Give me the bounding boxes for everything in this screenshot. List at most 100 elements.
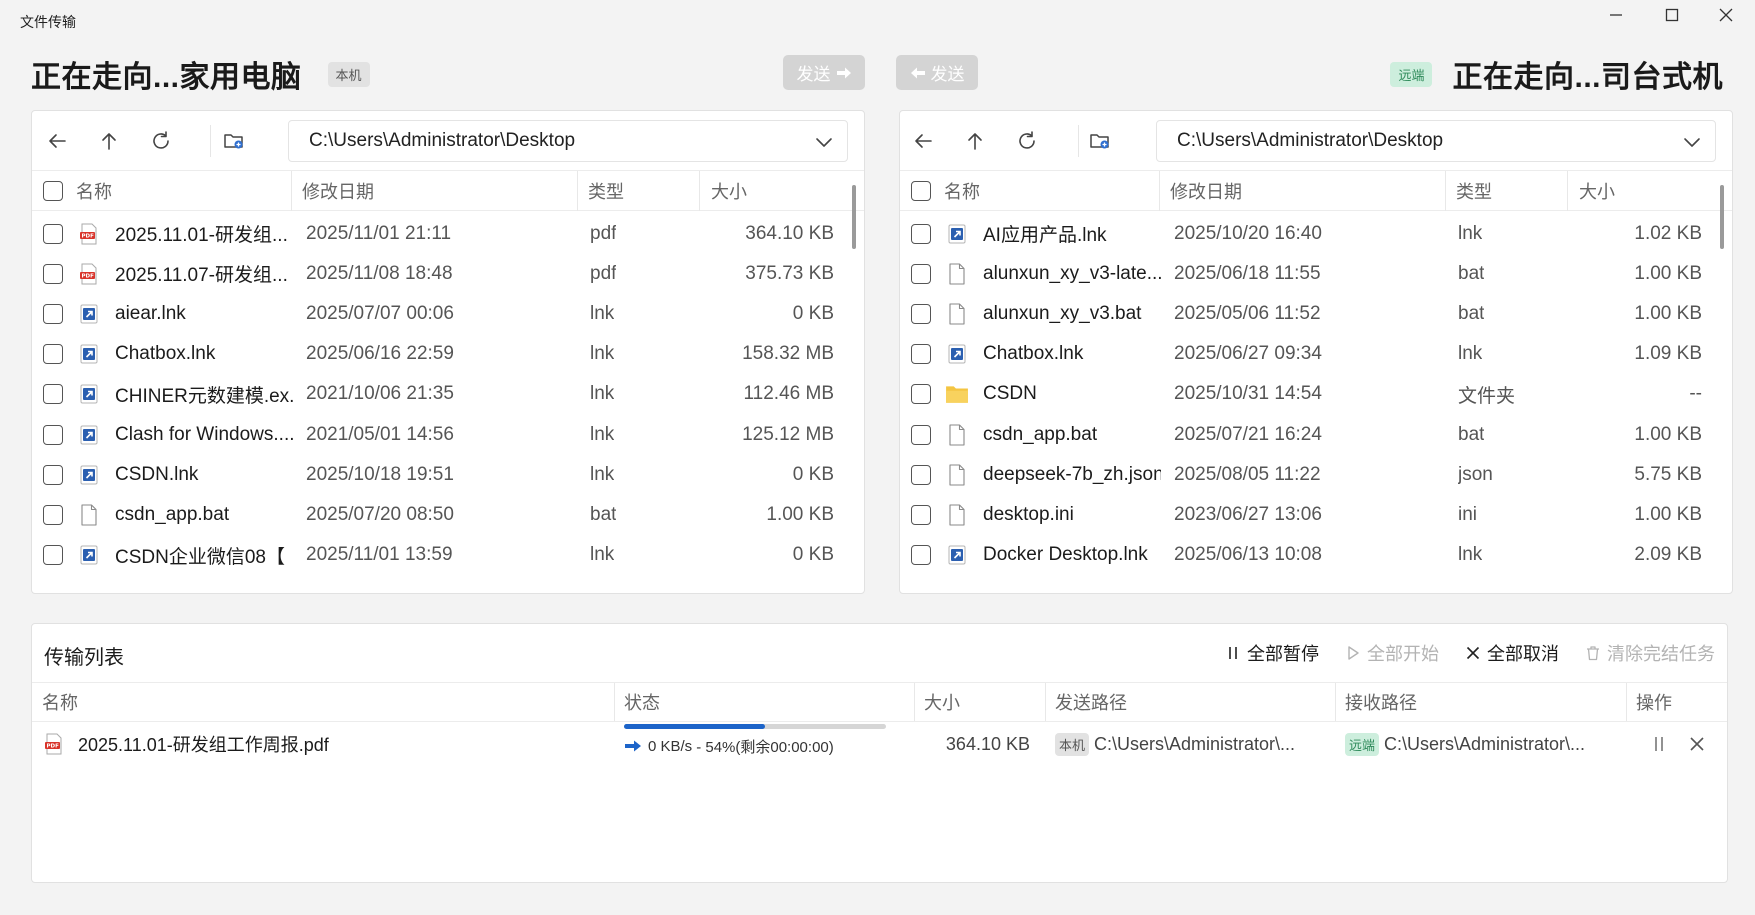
select-all-checkbox[interactable] [911, 171, 931, 211]
clear-done-button[interactable]: 清除完结任务 [1585, 640, 1715, 666]
row-checkbox[interactable] [43, 412, 63, 457]
file-row[interactable]: PDF 2025.11.07-研发组... 2025/11/08 18:48 pdf 3… [32, 251, 864, 296]
new-folder-button[interactable] [1088, 129, 1112, 153]
remote-path-select[interactable]: C:\Users\Administrator\Desktop [1156, 120, 1716, 162]
file-row[interactable]: deepseek-7b_zh.json 2025/08/05 11:22 json 5… [900, 452, 1732, 497]
col-type[interactable]: 类型 [588, 171, 624, 211]
select-all-checkbox[interactable] [43, 171, 63, 211]
file-row[interactable]: CSDN.lnk 2025/10/18 19:51 lnk 0 KB [32, 452, 864, 497]
row-checkbox[interactable] [43, 332, 63, 377]
col-divider[interactable] [1445, 171, 1446, 211]
file-row[interactable]: aiear.lnk 2025/07/07 00:06 lnk 0 KB [32, 291, 864, 336]
row-checkbox[interactable] [43, 452, 63, 497]
local-path-select[interactable]: C:\Users\Administrator\Desktop [288, 120, 848, 162]
col-name[interactable]: 名称 [76, 171, 112, 211]
col-divider[interactable] [577, 171, 578, 211]
col-divider[interactable] [291, 171, 292, 211]
file-type: 文件夹 [1458, 385, 1516, 407]
col-type[interactable]: 类型 [1456, 171, 1492, 211]
file-size: 0 KB [792, 544, 834, 566]
col-divider[interactable] [1159, 171, 1160, 211]
file-size: 1.00 KB [1634, 503, 1702, 525]
task-pause-button[interactable] [1651, 722, 1667, 766]
close-window-button[interactable] [1697, 0, 1755, 30]
row-checkbox[interactable] [911, 452, 931, 497]
file-row[interactable]: CHINER元数建模.ex... 2021/10/06 21:35 lnk 112.4… [32, 372, 864, 417]
col-divider[interactable] [914, 683, 915, 721]
file-name: 2025.11.07-研发组... [115, 265, 288, 287]
maximize-button[interactable] [1643, 0, 1701, 30]
task-cancel-button[interactable] [1688, 722, 1706, 766]
cancel-all-button[interactable]: 全部取消 [1465, 640, 1559, 666]
col-divider[interactable] [614, 683, 615, 721]
clear-done-label: 清除完结任务 [1607, 644, 1715, 664]
remote-scrollbar[interactable] [1720, 185, 1724, 249]
col-size[interactable]: 大小 [1579, 171, 1615, 211]
refresh-button[interactable] [149, 129, 173, 153]
row-checkbox[interactable] [43, 251, 63, 296]
tcol-name[interactable]: 名称 [42, 683, 78, 721]
tcol-size[interactable]: 大小 [924, 683, 960, 721]
row-checkbox[interactable] [911, 412, 931, 457]
col-size[interactable]: 大小 [711, 171, 747, 211]
back-button[interactable] [911, 129, 935, 153]
row-checkbox[interactable] [911, 492, 931, 537]
row-file-icon [945, 332, 969, 377]
send-to-remote-button[interactable]: 发送 [783, 55, 865, 90]
row-checkbox[interactable] [911, 372, 931, 417]
file-row[interactable]: csdn_app.bat 2025/07/20 08:50 bat 1.00 KB [32, 492, 864, 537]
col-divider[interactable] [1567, 171, 1568, 211]
col-divider[interactable] [1335, 683, 1336, 721]
file-row[interactable]: AI应用产品.lnk 2025/10/20 16:40 lnk 1.02 KB [900, 211, 1732, 256]
row-checkbox[interactable] [43, 533, 63, 578]
close-icon [1690, 737, 1704, 751]
file-row[interactable]: Clash for Windows.... 2021/05/01 14:56 lnk… [32, 412, 864, 457]
tcol-recv-path[interactable]: 接收路径 [1345, 683, 1417, 721]
minimize-button[interactable] [1587, 0, 1645, 30]
pause-icon [1655, 737, 1663, 751]
file-row[interactable]: csdn_app.bat 2025/07/21 16:24 bat 1.00 KB [900, 412, 1732, 457]
row-checkbox[interactable] [911, 211, 931, 256]
col-name[interactable]: 名称 [944, 171, 980, 211]
pause-all-button[interactable]: 全部暂停 [1225, 640, 1319, 666]
col-date[interactable]: 修改日期 [302, 171, 374, 211]
refresh-button[interactable] [1015, 129, 1039, 153]
row-checkbox[interactable] [43, 372, 63, 417]
file-row[interactable]: Chatbox.lnk 2025/06/27 09:34 lnk 1.09 KB [900, 332, 1732, 377]
file-row[interactable]: CSDN企业微信08【 2025/11/01 13:59 lnk 0 KB [32, 533, 864, 578]
tcol-ops: 操作 [1636, 693, 1672, 713]
file-row[interactable]: alunxun_xy_v3-late... 2025/06/18 11:55 bat… [900, 251, 1732, 296]
row-checkbox[interactable] [43, 492, 63, 537]
send-to-local-button[interactable]: 发送 [896, 55, 978, 90]
file-icon [949, 504, 965, 526]
file-row[interactable]: alunxun_xy_v3.bat 2025/05/06 11:52 bat 1.00… [900, 291, 1732, 336]
col-date[interactable]: 修改日期 [1170, 171, 1242, 211]
file-row[interactable]: CSDN 2025/10/31 14:54 文件夹 -- [900, 372, 1732, 417]
start-all-button[interactable]: 全部开始 [1345, 640, 1439, 666]
tcol-send-path[interactable]: 发送路径 [1055, 683, 1127, 721]
col-divider[interactable] [1045, 683, 1046, 721]
col-divider[interactable] [1626, 683, 1627, 721]
up-button[interactable] [97, 129, 121, 153]
maximize-icon [1665, 8, 1679, 22]
up-button[interactable] [963, 129, 987, 153]
local-scrollbar[interactable] [852, 185, 856, 249]
row-checkbox[interactable] [43, 291, 63, 336]
row-checkbox[interactable] [911, 332, 931, 377]
row-checkbox[interactable] [911, 533, 931, 578]
file-row[interactable]: PDF 2025.11.01-研发组... 2025/11/01 21:11 pdf 3… [32, 211, 864, 256]
back-button[interactable] [45, 129, 69, 153]
file-row[interactable]: Docker Desktop.lnk 2025/06/13 10:08 lnk 2.0… [900, 533, 1732, 578]
file-date: 2025/06/13 10:08 [1174, 544, 1322, 566]
tcol-status[interactable]: 状态 [624, 683, 660, 721]
file-type: lnk [1458, 222, 1483, 244]
col-divider[interactable] [699, 171, 700, 211]
row-checkbox[interactable] [911, 291, 931, 336]
row-checkbox[interactable] [911, 251, 931, 296]
row-checkbox[interactable] [43, 211, 63, 256]
pdf-icon: PDF [45, 733, 62, 755]
file-row[interactable]: desktop.ini 2023/06/27 13:06 ini 1.00 KB [900, 492, 1732, 537]
new-folder-button[interactable] [222, 129, 246, 153]
file-row[interactable]: Chatbox.lnk 2025/06/16 22:59 lnk 158.32 MB [32, 332, 864, 377]
window-title: 文件传输 [20, 14, 76, 30]
